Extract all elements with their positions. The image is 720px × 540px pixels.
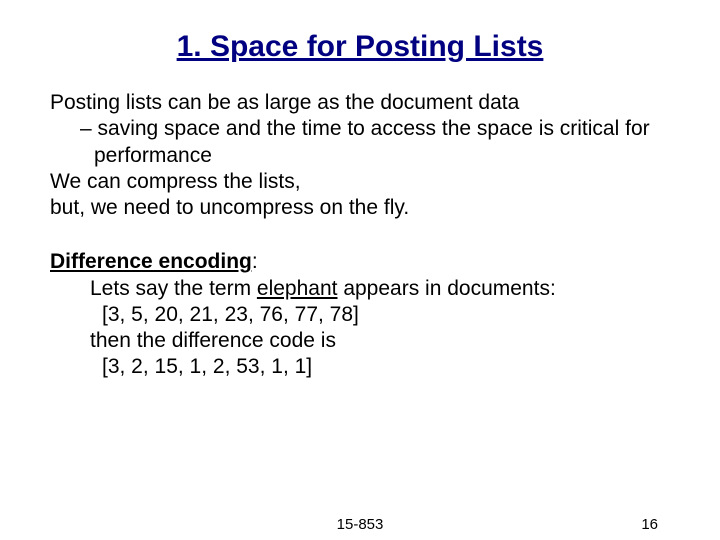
body-block-2: Difference encoding: Lets say the term e… bbox=[50, 249, 670, 380]
diff-line-elephant: Lets say the term elephant appears in do… bbox=[50, 276, 670, 302]
line-compress: We can compress the lists, bbox=[50, 169, 670, 195]
diff-list-encoded: [3, 2, 15, 1, 2, 53, 1, 1] bbox=[50, 354, 670, 380]
diff-heading-text: Difference encoding bbox=[50, 250, 252, 273]
course-number: 15-853 bbox=[337, 516, 384, 533]
line-uncompress: but, we need to uncompress on the fly. bbox=[50, 195, 670, 221]
line-doc-data: Posting lists can be as large as the doc… bbox=[50, 90, 670, 116]
diff-encoding-heading: Difference encoding: bbox=[50, 249, 670, 275]
page-number: 16 bbox=[641, 516, 658, 533]
subpoint-saving-space: saving space and the time to access the … bbox=[50, 116, 670, 169]
diff-line1-pre: Lets say the term bbox=[90, 277, 257, 300]
slide-title: 1. Space for Posting Lists bbox=[50, 30, 670, 64]
diff-line-then: then the difference code is bbox=[50, 328, 670, 354]
diff-line1-post: appears in documents: bbox=[337, 277, 555, 300]
diff-term-elephant: elephant bbox=[257, 277, 338, 300]
body-block-1: Posting lists can be as large as the doc… bbox=[50, 90, 670, 221]
diff-heading-colon: : bbox=[252, 250, 258, 273]
diff-list-original: [3, 5, 20, 21, 23, 76, 77, 78] bbox=[50, 302, 670, 328]
